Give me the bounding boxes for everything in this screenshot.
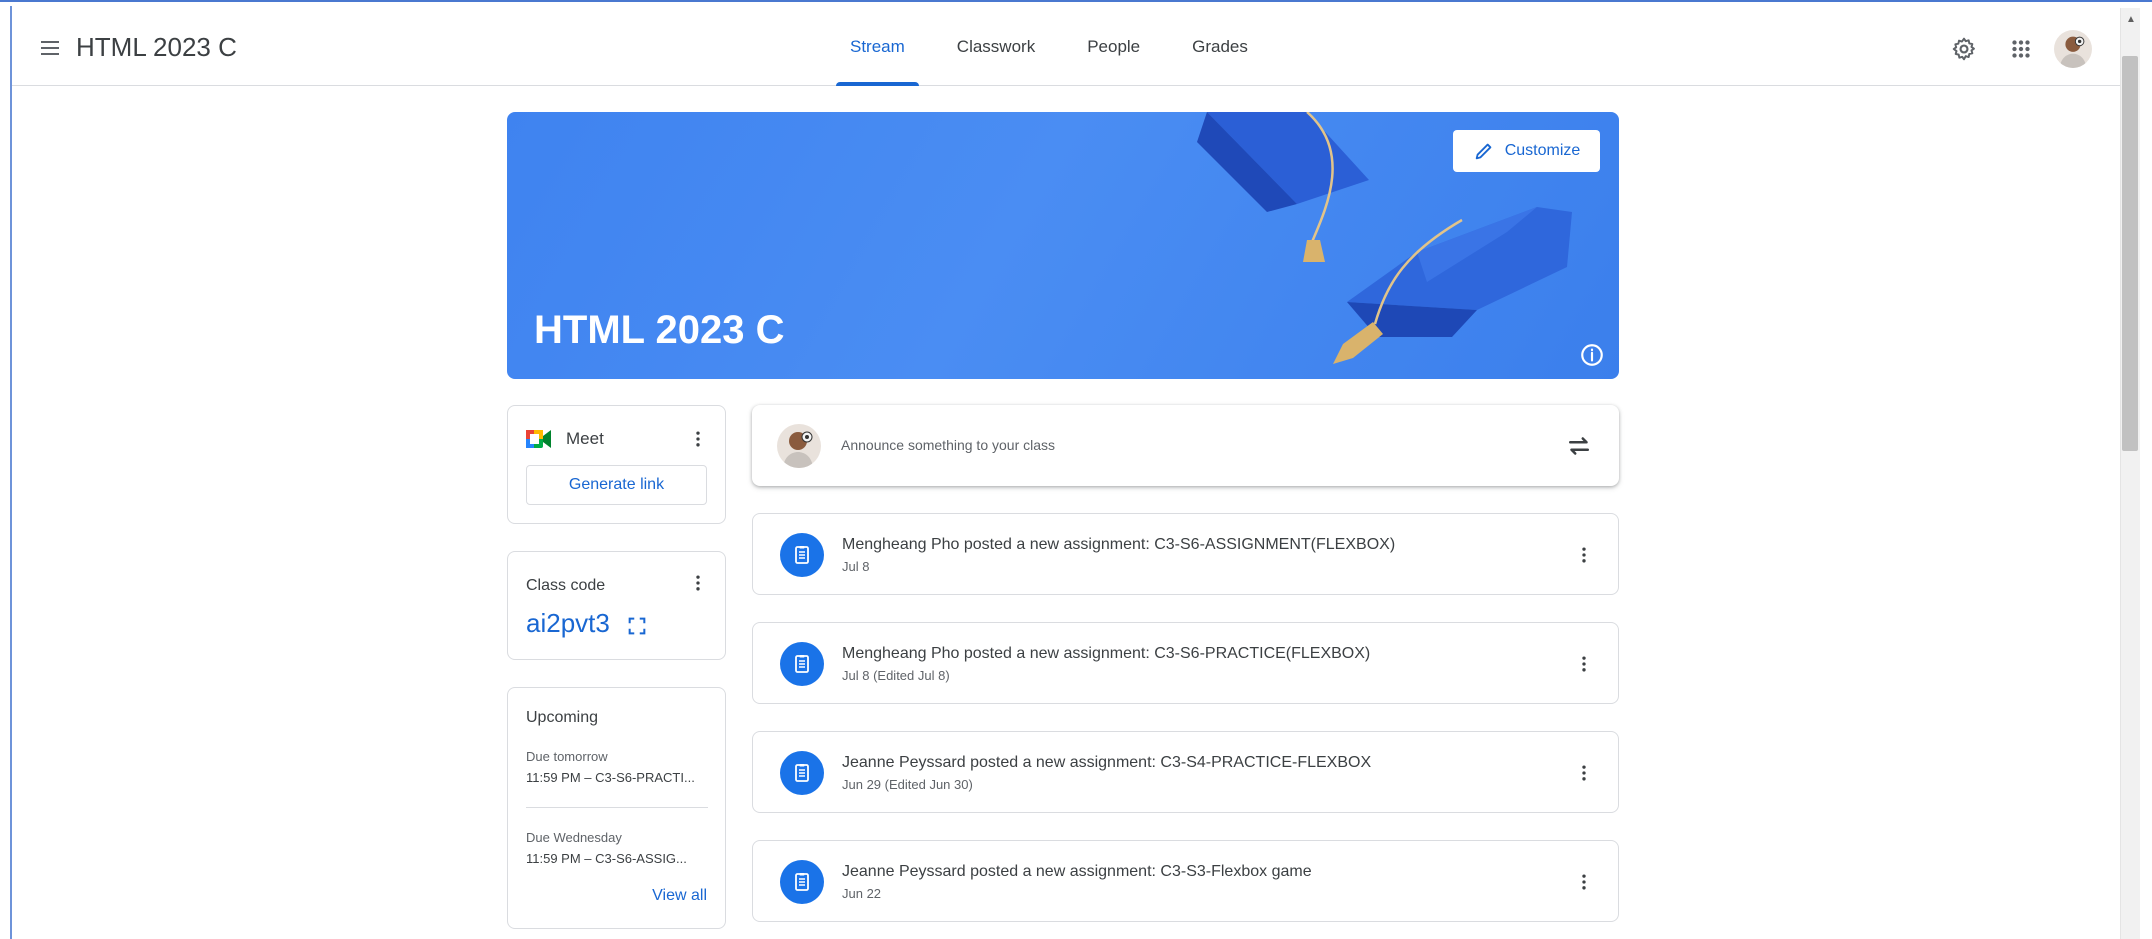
post-date: Jun 29 (Edited Jun 30) — [842, 777, 973, 792]
class-code-label: Class code — [526, 577, 606, 594]
class-code-card: Class code ai2pvt3 — [507, 551, 726, 660]
post-more-icon[interactable] — [1569, 867, 1599, 897]
post-date: Jun 22 — [842, 886, 882, 901]
meet-more-icon[interactable] — [683, 424, 713, 454]
announce-placeholder: Announce something to your class — [841, 437, 1056, 453]
class-title[interactable]: HTML 2023 C — [76, 32, 237, 63]
upcoming-divider — [526, 807, 708, 808]
post-date: Jul 8 — [842, 559, 870, 574]
post-more-icon[interactable] — [1569, 649, 1599, 679]
post-more-icon[interactable] — [1569, 540, 1599, 570]
tab-people[interactable]: People — [1061, 8, 1166, 86]
customize-button[interactable]: Customize — [1453, 130, 1600, 172]
stream-post[interactable]: Mengheang Pho posted a new assignment: C… — [752, 513, 1619, 595]
settings-icon[interactable] — [1947, 32, 1981, 66]
window-frame-left — [10, 6, 12, 939]
top-app-bar: HTML 2023 C Stream Classwork People Grad… — [12, 8, 2120, 86]
tab-stream[interactable]: Stream — [824, 8, 931, 86]
scroll-up-arrow-icon[interactable]: ▲ — [2126, 14, 2136, 25]
post-date: Jul 8 (Edited Jul 8) — [842, 668, 950, 683]
google-meet-icon — [526, 430, 551, 448]
nav-tabs: Stream Classwork People Grades — [824, 8, 1274, 86]
class-code-value: ai2pvt3 — [526, 608, 610, 638]
assignment-icon — [780, 642, 824, 686]
upcoming-item-link[interactable]: 11:59 PM – C3-S6-ASSIG... — [526, 851, 710, 866]
user-avatar — [777, 424, 821, 468]
post-title: Jeanne Peyssard posted a new assignment:… — [842, 863, 1312, 880]
customize-label: Customize — [1504, 142, 1581, 159]
post-title: Jeanne Peyssard posted a new assignment:… — [842, 754, 1372, 771]
upcoming-card: Upcoming Due tomorrow 11:59 PM – C3-S6-P… — [507, 687, 726, 929]
pencil-icon — [1475, 143, 1492, 160]
account-avatar[interactable] — [2054, 30, 2092, 68]
scrollbar-thumb[interactable] — [2122, 56, 2138, 451]
post-title: Mengheang Pho posted a new assignment: C… — [842, 645, 1371, 662]
stream-post[interactable]: Jeanne Peyssard posted a new assignment:… — [752, 731, 1619, 813]
post-more-icon[interactable] — [1569, 758, 1599, 788]
class-banner: HTML 2023 C Customize — [507, 112, 1619, 379]
assignment-icon — [780, 533, 824, 577]
upcoming-title: Upcoming — [526, 709, 599, 726]
view-all-link[interactable]: View all — [652, 887, 707, 905]
repost-icon[interactable] — [1564, 431, 1594, 461]
meet-card: Meet Generate link — [507, 405, 726, 524]
class-code-more-icon[interactable] — [683, 568, 713, 598]
upcoming-due-label: Due Wednesday — [526, 830, 622, 845]
stream-post[interactable]: Jeanne Peyssard posted a new assignment:… — [752, 840, 1619, 922]
tab-classwork[interactable]: Classwork — [931, 8, 1061, 86]
assignment-icon — [780, 751, 824, 795]
menu-icon[interactable] — [30, 28, 70, 68]
assignment-icon — [780, 860, 824, 904]
upcoming-due-label: Due tomorrow — [526, 749, 608, 764]
info-icon[interactable] — [1579, 342, 1605, 368]
apps-icon[interactable] — [2004, 32, 2038, 66]
announce-box[interactable]: Announce something to your class — [752, 405, 1619, 486]
banner-class-title: HTML 2023 C — [534, 308, 785, 352]
upcoming-item-link[interactable]: 11:59 PM – C3-S6-PRACTI... — [526, 770, 710, 785]
meet-label: Meet — [566, 429, 604, 448]
tab-grades[interactable]: Grades — [1166, 8, 1274, 86]
stream-post[interactable]: Mengheang Pho posted a new assignment: C… — [752, 622, 1619, 704]
window-frame-top — [0, 0, 2152, 6]
generate-link-button[interactable]: Generate link — [526, 465, 707, 505]
post-title: Mengheang Pho posted a new assignment: C… — [842, 536, 1396, 553]
fullscreen-icon[interactable] — [626, 615, 648, 637]
